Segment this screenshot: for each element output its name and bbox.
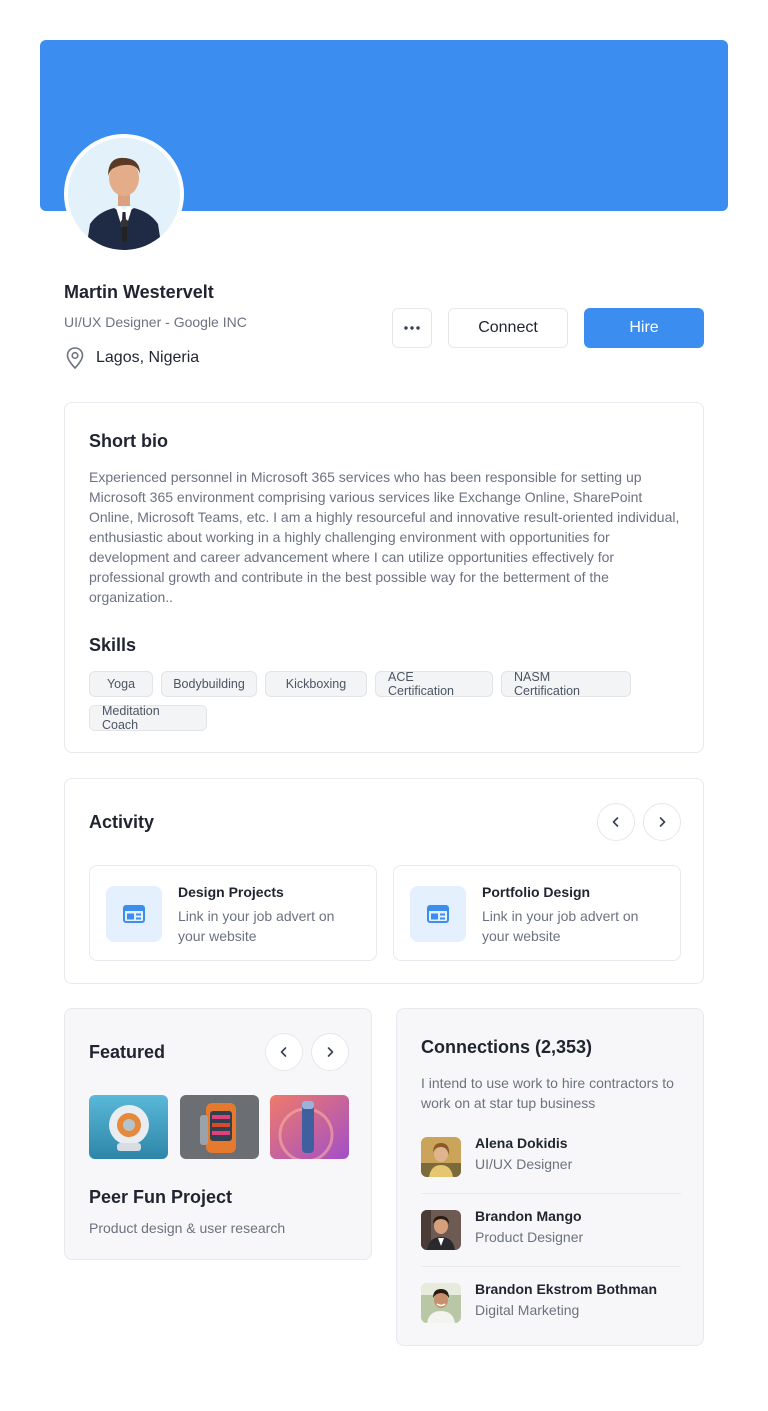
bio-title: Short bio [89,431,168,451]
browser-window-icon [410,886,466,942]
bio-card: Short bio Experienced personnel in Micro… [64,402,704,753]
featured-thumbnail[interactable] [270,1095,349,1159]
chevron-left-icon [612,817,619,827]
skill-chip[interactable]: NASM Certification [501,670,631,698]
featured-thumbnail[interactable] [180,1095,259,1159]
featured-card: Featured Peer Fun Project Product design… [64,1008,372,1260]
connection-name: Brandon Ekstrom Bothman [475,1281,658,1297]
activity-card: Activity Design Projects Link in your jo… [64,778,704,984]
chevron-left-icon [280,1047,287,1057]
connection-name: Brandon Mango [475,1208,582,1224]
hire-button[interactable]: Hire [584,308,704,348]
map-pin-icon [66,347,84,370]
connection-title: UI/UX Designer [475,1156,573,1172]
skill-chip[interactable]: Yoga [89,671,153,697]
skill-chip[interactable]: Bodybuilding [161,671,257,697]
connection-avatar [421,1283,461,1323]
activity-item-title: Portfolio Design [482,884,591,900]
skills-title: Skills [89,635,137,655]
bio-text: Experienced personnel in Microsoft 365 s… [89,469,680,605]
connection-item[interactable]: Brandon Mango Product Designer [421,1204,681,1260]
activity-next-button[interactable] [643,803,681,841]
profile-avatar [64,134,184,254]
connect-button[interactable]: Connect [448,308,568,348]
location-text: Lagos, Nigeria [96,349,200,366]
connection-name: Alena Dokidis [475,1135,568,1151]
skill-chip[interactable]: Kickboxing [265,671,367,697]
skill-chip[interactable]: ACE Certification [375,670,493,698]
browser-window-icon [106,886,162,942]
connections-card: Connections (2,353) I intend to use work… [396,1008,704,1346]
featured-project-title: Peer Fun Project [89,1187,233,1207]
profile-role: UI/UX Designer - Google INC [64,314,247,330]
skill-chip[interactable]: Meditation Coach [89,704,207,732]
connection-avatar [421,1210,461,1250]
activity-item-desc: Link in your job advert on your website [482,908,639,944]
activity-item-title: Design Projects [178,884,284,900]
activity-title: Activity [89,812,155,832]
divider [421,1266,681,1267]
featured-next-button[interactable] [311,1033,349,1071]
profile-location: Lagos, Nigeria [64,346,199,370]
more-options-button[interactable] [392,308,432,348]
connection-title: Product Designer [475,1229,584,1245]
chevron-right-icon [327,1047,334,1057]
connection-item[interactable]: Brandon Ekstrom Bothman Digital Marketin… [421,1277,681,1333]
connection-title: Digital Marketing [475,1302,580,1318]
activity-prev-button[interactable] [597,803,635,841]
divider [421,1193,681,1194]
activity-item-design-projects[interactable]: Design Projects Link in your job advert … [89,865,377,961]
chevron-right-icon [659,817,666,827]
featured-title: Featured [89,1042,166,1062]
connections-description: I intend to use work to hire contractors… [421,1075,674,1111]
ellipsis-icon [404,326,420,330]
profile-name: Martin Westervelt [64,282,214,302]
connections-title: Connections (2,353) [421,1037,593,1057]
featured-thumbnail[interactable] [89,1095,168,1159]
connection-item[interactable]: Alena Dokidis UI/UX Designer [421,1131,681,1187]
featured-prev-button[interactable] [265,1033,303,1071]
avatar-illustration [68,138,180,250]
activity-item-desc: Link in your job advert on your website [178,908,335,944]
featured-project-subtitle: Product design & user research [89,1220,286,1236]
skills-list: Yoga Bodybuilding Kickboxing ACE Certifi… [89,670,681,732]
connection-avatar [421,1137,461,1177]
activity-item-portfolio-design[interactable]: Portfolio Design Link in your job advert… [393,865,681,961]
